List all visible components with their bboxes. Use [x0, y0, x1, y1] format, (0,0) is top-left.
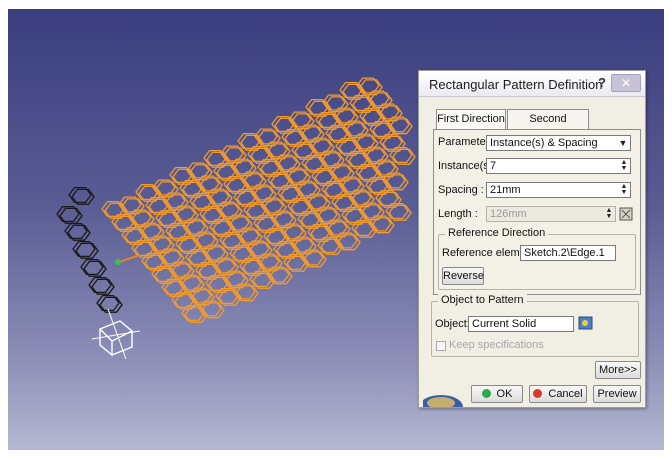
spinner-icon: ▲ ▼ — [605, 207, 613, 220]
spinner-icon[interactable]: ▲ ▼ — [619, 159, 629, 172]
reference-point — [115, 259, 121, 265]
reference-element-field[interactable]: Sketch.2\Edge.1 — [520, 245, 616, 261]
object-to-pattern-group: Object to Pattern Object: Current Solid … — [431, 294, 639, 357]
length-label: Length : — [438, 208, 478, 220]
patterned-instances — [101, 77, 416, 323]
dialog-titlebar[interactable]: Rectangular Pattern Definition ? ✕ — [419, 71, 645, 97]
first-direction-panel: Parameters: Instance(s) & Spacing ▼ Inst… — [433, 129, 641, 295]
spinner-icon[interactable]: ▲ ▼ — [619, 183, 629, 196]
dialog-title: Rectangular Pattern Definition — [429, 77, 603, 92]
spacing-value: 21mm — [490, 184, 521, 196]
original-honeycomb-body — [56, 186, 123, 313]
tab-first-direction[interactable]: First Direction — [436, 109, 506, 129]
reference-direction-title: Reference Direction — [445, 227, 549, 239]
cancel-button[interactable]: Cancel — [529, 385, 587, 403]
compass-axis-icon — [91, 308, 141, 360]
spacing-field[interactable]: 21mm ▲ ▼ — [486, 182, 631, 198]
help-button[interactable]: ? — [595, 75, 609, 91]
cancel-icon — [533, 389, 543, 398]
preview-button[interactable]: Preview — [593, 385, 641, 403]
keep-specifications-label: Keep specifications — [449, 339, 544, 351]
close-button[interactable]: ✕ — [611, 74, 641, 92]
more-button[interactable]: More>> — [595, 361, 641, 379]
rectangular-pattern-dialog: Rectangular Pattern Definition ? ✕ First… — [418, 70, 646, 408]
reverse-button[interactable]: Reverse — [442, 267, 484, 285]
chevron-down-icon[interactable]: ▼ — [617, 137, 629, 149]
instances-field[interactable]: 7 ▲ ▼ — [486, 158, 631, 174]
reference-direction-group: Reference Direction Reference element: S… — [438, 227, 636, 290]
instances-value: 7 — [490, 160, 497, 172]
ok-label: OK — [496, 388, 513, 400]
object-to-pattern-title: Object to Pattern — [438, 294, 527, 306]
ok-icon — [481, 389, 491, 398]
measure-icon[interactable] — [618, 204, 636, 224]
keep-specifications-checkbox[interactable] — [436, 341, 446, 351]
object-field[interactable]: Current Solid — [468, 316, 574, 332]
length-value: 126mm — [490, 208, 527, 220]
tab-second-direction[interactable]: Second Direction — [507, 109, 589, 143]
object-label: Object: — [435, 318, 470, 330]
cancel-label: Cancel — [548, 388, 583, 400]
parameters-select[interactable]: Instance(s) & Spacing ▼ — [486, 135, 631, 151]
length-field: 126mm ▲ ▼ — [486, 206, 616, 222]
spacing-label: Spacing : — [438, 184, 484, 196]
object-select-icon[interactable] — [578, 315, 594, 331]
parameters-value: Instance(s) & Spacing — [490, 137, 598, 149]
ok-button[interactable]: OK — [471, 385, 523, 403]
